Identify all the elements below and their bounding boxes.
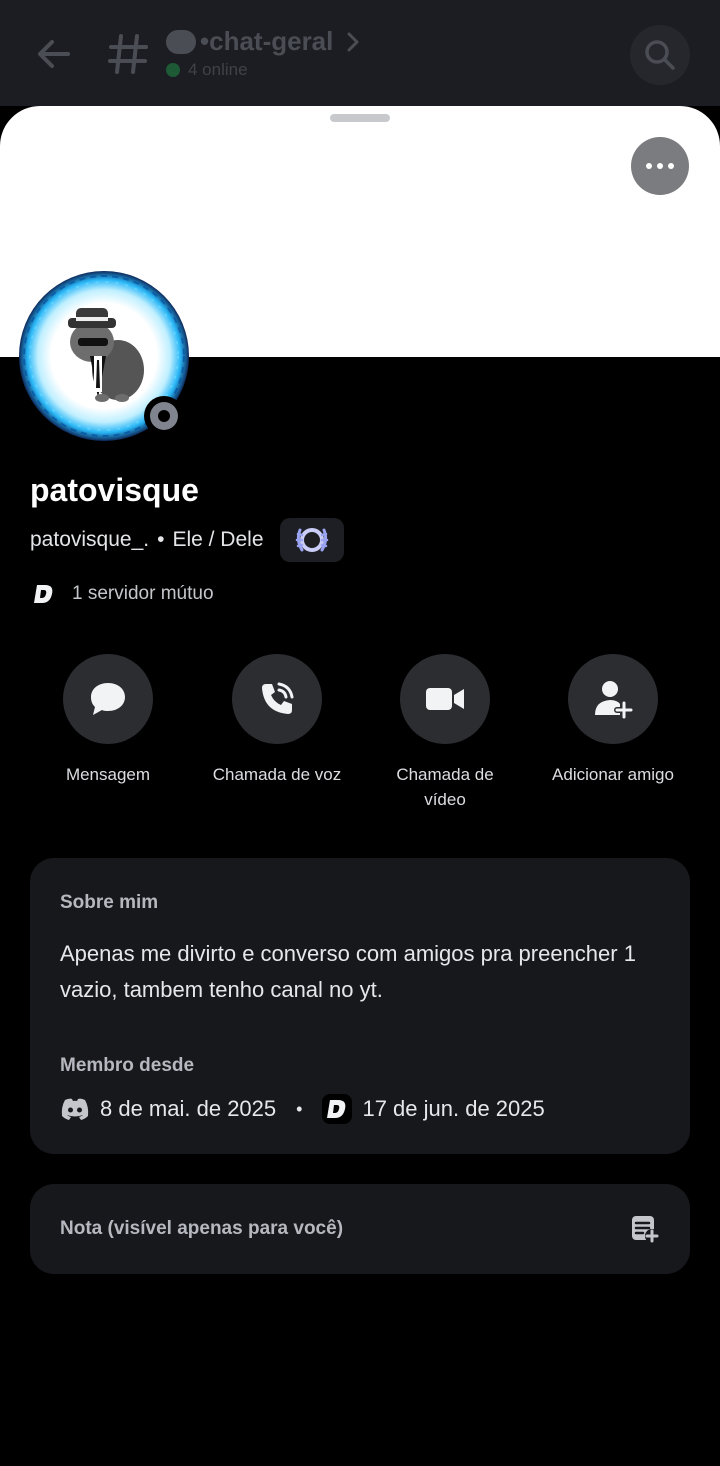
separator: • (157, 528, 165, 551)
channel-emoji-icon (166, 29, 196, 54)
chevron-right-icon (347, 32, 359, 51)
server-logo-icon (322, 1094, 353, 1124)
more-dots-icon (646, 163, 652, 169)
profile-sheet: patovisque patovisque_. • Ele / Dele 1 s… (0, 106, 720, 1466)
mutual-servers[interactable]: 1 servidor mútuo (32, 582, 214, 606)
profile-badge[interactable] (279, 518, 344, 562)
back-arrow-icon[interactable] (34, 34, 74, 74)
search-icon (645, 40, 675, 70)
username: patovisque_. (30, 528, 150, 551)
search-button[interactable] (630, 25, 690, 85)
note-card[interactable]: Nota (visível apenas para você) (30, 1184, 690, 1274)
display-name: patovisque (30, 472, 199, 508)
add-friend-button[interactable]: Adicionar amigo (529, 654, 697, 787)
discord-join-date: 8 de mai. de 2025 (100, 1096, 277, 1121)
hash-icon (108, 34, 148, 74)
channel-header: •chat-geral 4 online (0, 0, 720, 106)
video-call-button[interactable]: Chamada de vídeo (361, 654, 529, 812)
about-me-card: Sobre mim Apenas me divirto e converso c… (30, 858, 690, 1154)
video-camera-icon (426, 688, 464, 710)
channel-title[interactable]: •chat-geral (166, 26, 361, 57)
member-since-heading: Membro desde (60, 1055, 195, 1076)
drag-handle[interactable] (330, 114, 390, 122)
add-friend-icon (595, 681, 634, 720)
action-buttons: Mensagem Chamada de voz Chamada de vídeo (0, 654, 720, 814)
note-label: Nota (visível apenas para você) (60, 1218, 344, 1239)
discord-logo-icon (60, 1094, 90, 1124)
more-options-button[interactable] (631, 137, 689, 195)
add-note-icon (632, 1216, 659, 1243)
phone-call-icon (262, 682, 294, 714)
online-dot-icon (166, 63, 180, 77)
about-bio: Apenas me divirto e converso com amigos … (60, 941, 636, 1002)
pronouns: Ele / Dele (172, 528, 264, 551)
server-logo-icon (34, 585, 53, 603)
voice-call-button[interactable]: Chamada de voz (193, 654, 361, 787)
chat-bubble-icon (91, 683, 125, 715)
status-indicator-icon (144, 396, 184, 436)
about-heading: Sobre mim (60, 892, 159, 913)
online-count: 4 online (166, 60, 248, 80)
member-since-dates: 8 de mai. de 2025 • 17 de jun. de 2025 (60, 1094, 545, 1124)
message-button[interactable]: Mensagem (24, 654, 192, 787)
server-join-date: 17 de jun. de 2025 (362, 1096, 545, 1121)
profile-subline: patovisque_. • Ele / Dele (30, 518, 344, 562)
laurel-badge-icon (295, 528, 328, 552)
channel-name: •chat-geral (200, 26, 334, 56)
